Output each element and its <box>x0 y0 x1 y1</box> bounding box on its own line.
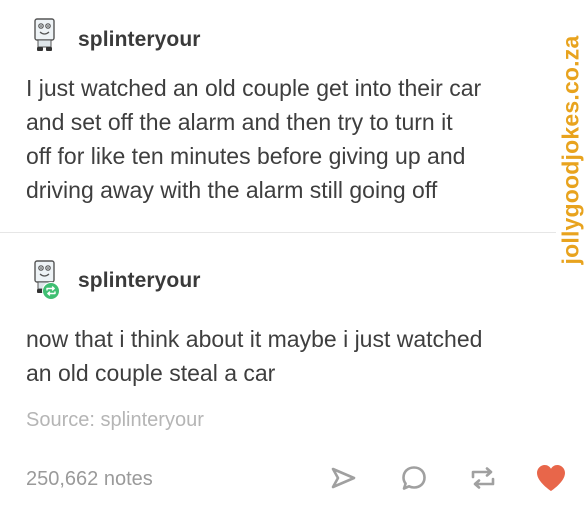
post-line: I just watched an old couple get into th… <box>26 75 482 101</box>
post-line: and set off the alarm and then try to tu… <box>26 109 453 135</box>
reblog-line: an old couple steal a car <box>26 360 276 386</box>
reblog-icon <box>471 467 495 489</box>
post-username[interactable]: splinteryour <box>78 28 201 52</box>
reblog-badge-icon <box>42 282 60 300</box>
post-line: driving away with the alarm still going … <box>26 177 438 203</box>
heart-icon <box>537 465 565 491</box>
user-avatar[interactable] <box>30 18 60 54</box>
reply-bubble-icon <box>402 466 426 490</box>
watermark-text: jollygoodjokes.co.za <box>557 35 584 265</box>
avatar-character-icon <box>34 18 55 51</box>
original-post: splinteryour I just watched an old coupl… <box>0 0 556 232</box>
post-body: I just watched an old couple get into th… <box>26 71 481 207</box>
reblog-body: now that i think about it maybe i just w… <box>26 322 482 390</box>
notes-count[interactable]: 250,662 notes <box>26 468 153 491</box>
share-button[interactable] <box>326 461 360 495</box>
reblog-username[interactable]: splinteryour <box>78 269 201 293</box>
source-link[interactable]: Source: splinteryour <box>26 409 204 432</box>
send-icon <box>331 467 356 489</box>
like-button[interactable] <box>534 461 568 495</box>
reblog-button[interactable] <box>466 461 500 495</box>
reblog-user-avatar[interactable] <box>30 260 60 300</box>
reblog-post: splinteryour now that i think about it m… <box>0 232 565 518</box>
reblog-line: now that i think about it maybe i just w… <box>26 326 483 352</box>
post-line: off for like ten minutes before giving u… <box>26 143 466 169</box>
site-watermark: jollygoodjokes.co.za <box>556 0 586 300</box>
reply-button[interactable] <box>397 461 431 495</box>
